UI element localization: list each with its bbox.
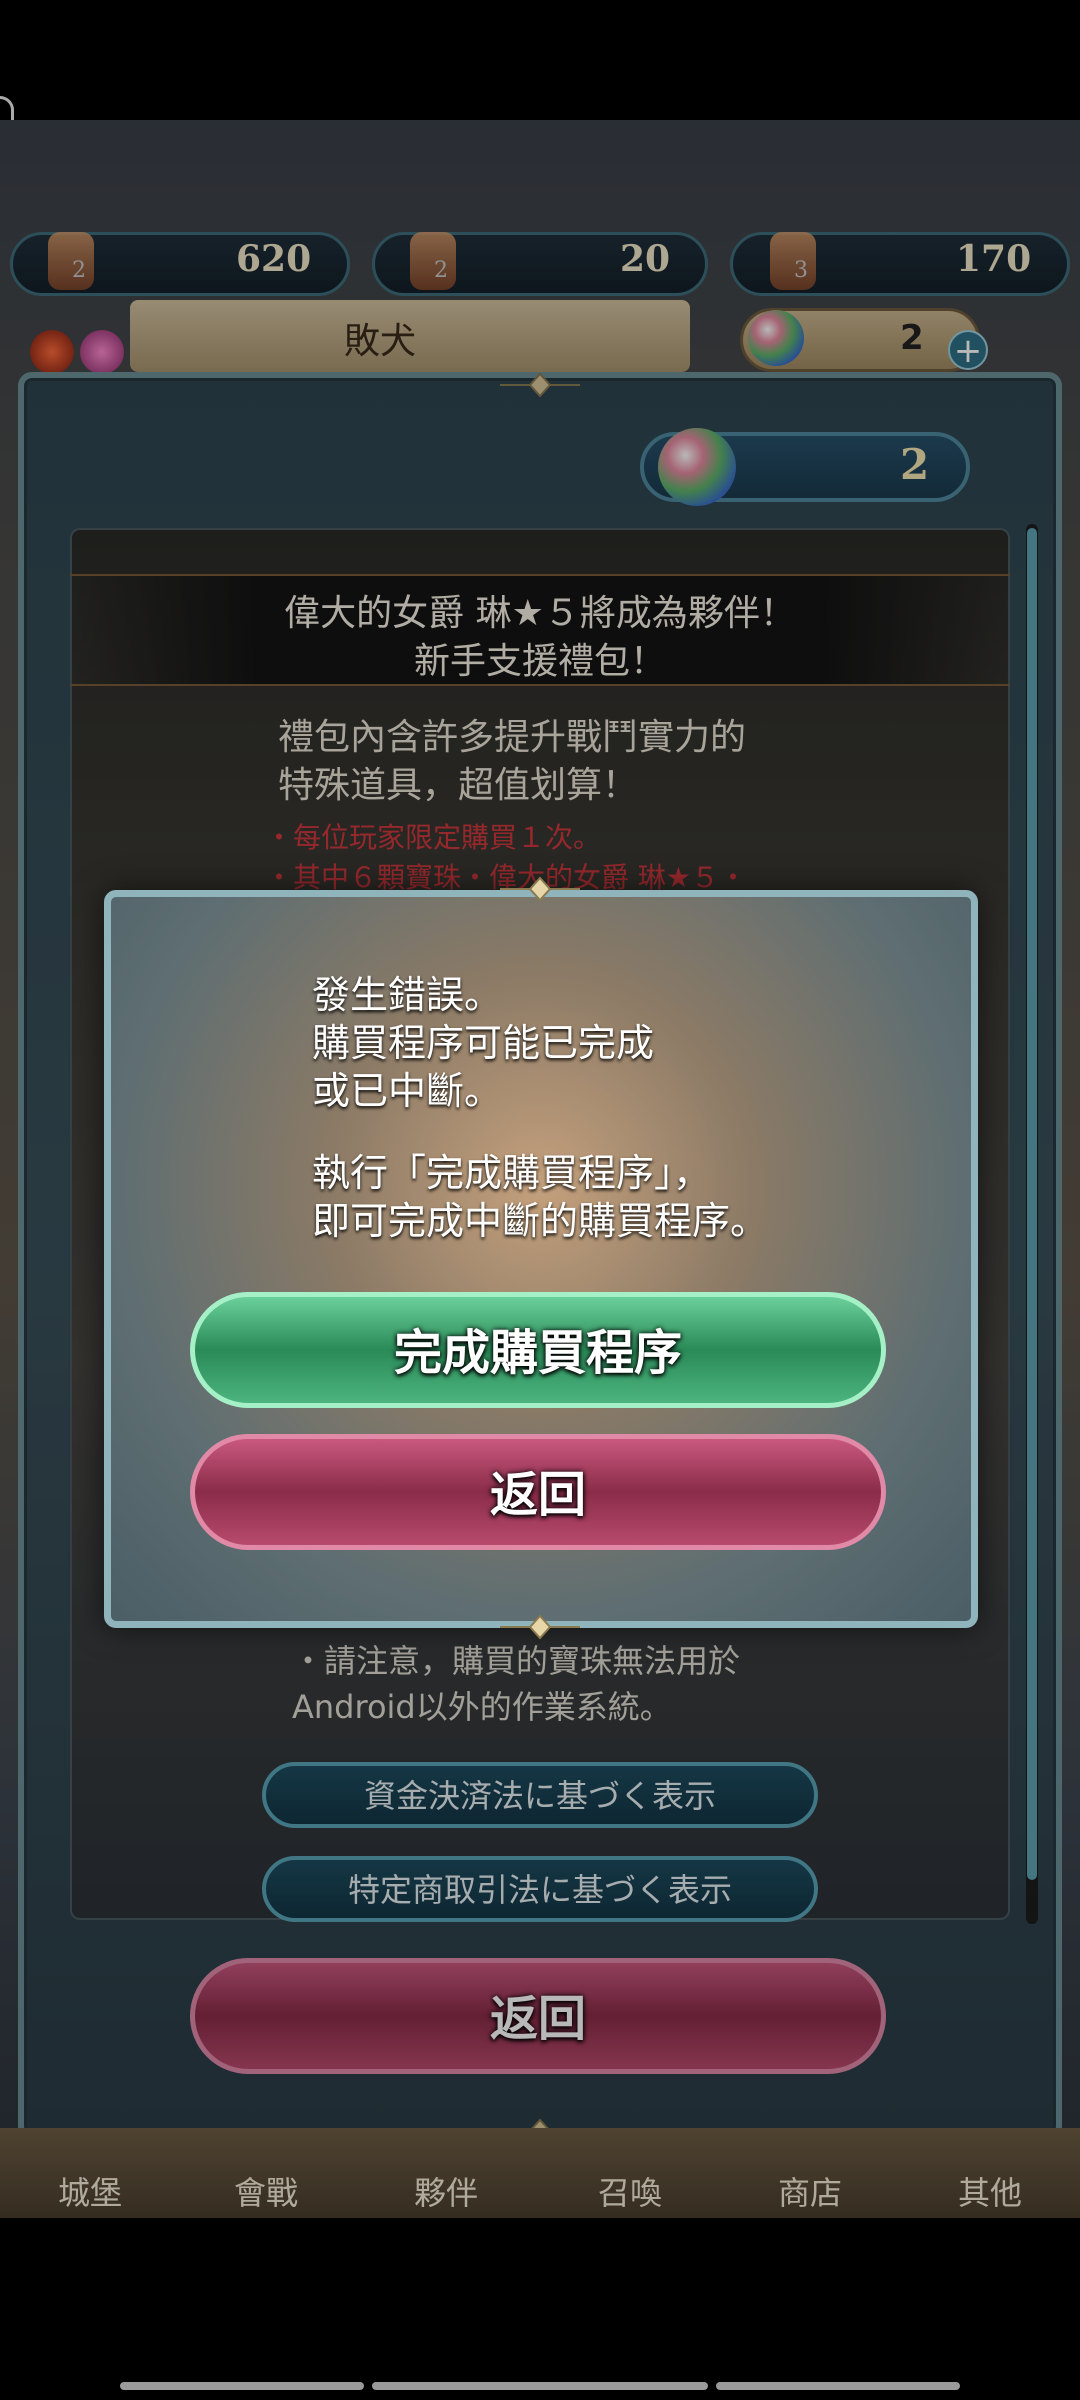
error-message-line1: 發生錯誤。 [312, 973, 503, 1017]
complete-purchase-button[interactable]: 完成購買程序 [190, 1292, 886, 1408]
gesture-bar-center[interactable] [372, 2382, 708, 2390]
error-message-line3: 或已中斷。 [312, 1069, 503, 1113]
gesture-bar-left[interactable] [120, 2382, 364, 2390]
dialog-bottom-ornament [500, 1614, 580, 1640]
error-message-line5: 即可完成中斷的購買程序。 [312, 1199, 769, 1243]
dialog-top-ornament [500, 876, 580, 902]
status-bar [0, 0, 1080, 120]
error-message-line4: 執行「完成購買程序」， [312, 1151, 712, 1195]
dialog-back-button[interactable]: 返回 [190, 1434, 886, 1550]
gesture-bar-right[interactable] [716, 2382, 960, 2390]
system-navigation-bar [0, 2218, 1080, 2400]
error-message-line2: 購買程序可能已完成 [312, 1021, 655, 1065]
